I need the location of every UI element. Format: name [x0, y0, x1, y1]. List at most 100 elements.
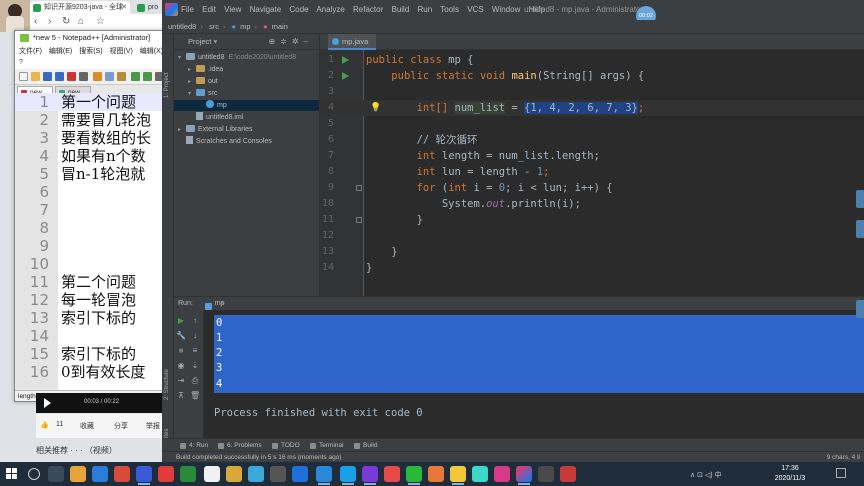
- menu-view[interactable]: View: [224, 5, 241, 14]
- notepad-line[interactable]: 7: [15, 201, 163, 219]
- notepad-line[interactable]: 1 第一个问题: [15, 93, 163, 111]
- notepad-menu-view[interactable]: 视图(V): [110, 48, 133, 55]
- close-icon[interactable]: ✕: [121, 1, 127, 14]
- code-line[interactable]: 5: [320, 116, 864, 132]
- notepad-line[interactable]: 2 需要冒几轮泡: [15, 111, 163, 129]
- run-icon[interactable]: [342, 56, 349, 64]
- print-icon[interactable]: ⎙: [190, 376, 200, 385]
- app-icon[interactable]: [204, 466, 220, 482]
- menu-edit[interactable]: Edit: [202, 5, 216, 14]
- paste-icon[interactable]: [117, 72, 126, 81]
- menu-code[interactable]: Code: [289, 5, 308, 14]
- breadcrumb-project[interactable]: untitled8: [168, 22, 196, 31]
- notepad-menu-file[interactable]: 文件(F): [19, 48, 42, 55]
- code-line[interactable]: 8 int lun = length - 1;: [320, 164, 864, 180]
- tree-item-mp[interactable]: mp: [174, 100, 319, 111]
- app-icon[interactable]: [428, 466, 444, 482]
- search-icon[interactable]: [28, 468, 40, 480]
- project-tool-tab[interactable]: 1: Project: [164, 73, 170, 98]
- app-icon[interactable]: [180, 466, 196, 482]
- menu-navigate[interactable]: Navigate: [250, 5, 282, 14]
- gear-icon[interactable]: ✲: [292, 37, 304, 46]
- pin-icon[interactable]: ⊼: [176, 391, 186, 400]
- app-icon[interactable]: [384, 466, 400, 482]
- intellij-taskbar-icon[interactable]: [516, 466, 532, 485]
- menu-analyze[interactable]: Analyze: [316, 5, 344, 14]
- app-icon[interactable]: [158, 466, 174, 482]
- copy-icon[interactable]: [105, 72, 114, 81]
- app-icon[interactable]: [494, 466, 510, 482]
- notepad-line[interactable]: 6: [15, 183, 163, 201]
- menu-refactor[interactable]: Refactor: [353, 5, 383, 14]
- hide-icon[interactable]: –: [304, 37, 313, 46]
- notepad-line[interactable]: 5 冒n-1轮泡就: [15, 165, 163, 183]
- code-line[interactable]: 12: [320, 228, 864, 244]
- app-icon[interactable]: [450, 466, 466, 485]
- code-editor[interactable]: mp.java 1 public class mp { 2 public stat…: [320, 34, 864, 296]
- run-icon[interactable]: [342, 72, 349, 80]
- close-icon[interactable]: ×: [220, 297, 224, 310]
- forward-icon[interactable]: ›: [48, 16, 51, 27]
- code-line[interactable]: 10 System.out.println(i);: [320, 196, 864, 212]
- app-icon[interactable]: [92, 466, 108, 482]
- browser-tab-active[interactable]: 知识开源9203-java - 全球 ✕: [30, 1, 130, 14]
- scroll-down-icon[interactable]: ↓: [190, 331, 200, 340]
- play-icon[interactable]: [44, 398, 51, 408]
- tree-item-out[interactable]: ▸ out: [174, 76, 319, 87]
- notepad-line[interactable]: 13 索引下标的: [15, 309, 163, 327]
- notepad-line[interactable]: 3 要看数组的长: [15, 129, 163, 147]
- notepad-line[interactable]: 15 索引下标的: [15, 345, 163, 363]
- report-button[interactable]: 举报: [146, 421, 160, 431]
- code-line[interactable]: 13 }: [320, 244, 864, 260]
- save-all-icon[interactable]: [55, 72, 64, 81]
- browser-tab-inactive[interactable]: pro: [134, 1, 162, 14]
- menu-run[interactable]: Run: [418, 5, 433, 14]
- scroll-up-icon[interactable]: ↑: [190, 316, 200, 325]
- editor-tab-mp-java[interactable]: mp.java: [328, 34, 377, 50]
- locate-icon[interactable]: ⊕: [268, 37, 280, 46]
- app-icon[interactable]: [136, 466, 152, 485]
- clock[interactable]: 17:36 2020/11/3: [760, 464, 820, 484]
- notepad-line[interactable]: 4 如果有n个数: [15, 147, 163, 165]
- menu-build[interactable]: Build: [391, 5, 409, 14]
- chevron-down-icon[interactable]: ▾: [213, 37, 217, 46]
- redo-icon[interactable]: [143, 72, 152, 81]
- video-control-bar[interactable]: 00:03 / 00:22: [36, 393, 164, 413]
- code-line[interactable]: 11 }: [320, 212, 864, 228]
- structure-tool-tab[interactable]: 2: Structure: [164, 369, 170, 400]
- menu-window[interactable]: Window: [492, 5, 520, 14]
- like-icon[interactable]: 👍: [40, 421, 49, 429]
- open-file-icon[interactable]: [31, 72, 40, 81]
- save-icon[interactable]: [43, 72, 52, 81]
- fold-icon[interactable]: [356, 185, 362, 191]
- task-view-icon[interactable]: [48, 466, 64, 482]
- menu-tools[interactable]: Tools: [440, 5, 459, 14]
- notepad-line[interactable]: 10: [15, 255, 163, 273]
- tree-item-scratches-and-consoles[interactable]: Scratches and Consoles: [174, 136, 319, 147]
- windows-start-icon[interactable]: [6, 468, 18, 480]
- back-icon[interactable]: ‹: [34, 16, 37, 27]
- breadcrumb-method[interactable]: main: [272, 22, 288, 31]
- fold-icon[interactable]: [356, 217, 362, 223]
- app-icon[interactable]: [114, 466, 130, 482]
- app-icon[interactable]: [340, 466, 356, 485]
- breadcrumb-src[interactable]: src: [209, 22, 219, 31]
- app-icon[interactable]: [472, 466, 488, 482]
- undo-icon[interactable]: [131, 72, 140, 81]
- wechat-icon[interactable]: [406, 466, 422, 485]
- home-icon[interactable]: ⌂: [78, 16, 84, 27]
- star-icon[interactable]: ☆: [96, 16, 105, 27]
- notepad-text-area[interactable]: 1 第一个问题 2 需要冒几轮泡 3 要看数组的长 4 如果有n个数 5 冒n-1轮泡就 6 7 8 9 1…: [15, 93, 163, 391]
- app-icon[interactable]: [248, 466, 264, 482]
- notepad-line[interactable]: 12 每一轮冒泡: [15, 291, 163, 309]
- chevron-right-icon[interactable]: ▸: [188, 65, 196, 76]
- reload-icon[interactable]: ↻: [62, 16, 70, 27]
- app-icon[interactable]: [316, 466, 332, 485]
- chevron-down-icon[interactable]: ▾: [178, 53, 186, 64]
- notepad-line[interactable]: 9: [15, 237, 163, 255]
- close-file-icon[interactable]: [67, 72, 76, 81]
- code-line[interactable]: 9 for (int i = 0; i < lun; i++) {: [320, 180, 864, 196]
- breadcrumb-class[interactable]: mp: [240, 22, 250, 31]
- collapse-icon[interactable]: ≑: [280, 37, 292, 46]
- code-line[interactable]: 1 public class mp {: [320, 52, 864, 68]
